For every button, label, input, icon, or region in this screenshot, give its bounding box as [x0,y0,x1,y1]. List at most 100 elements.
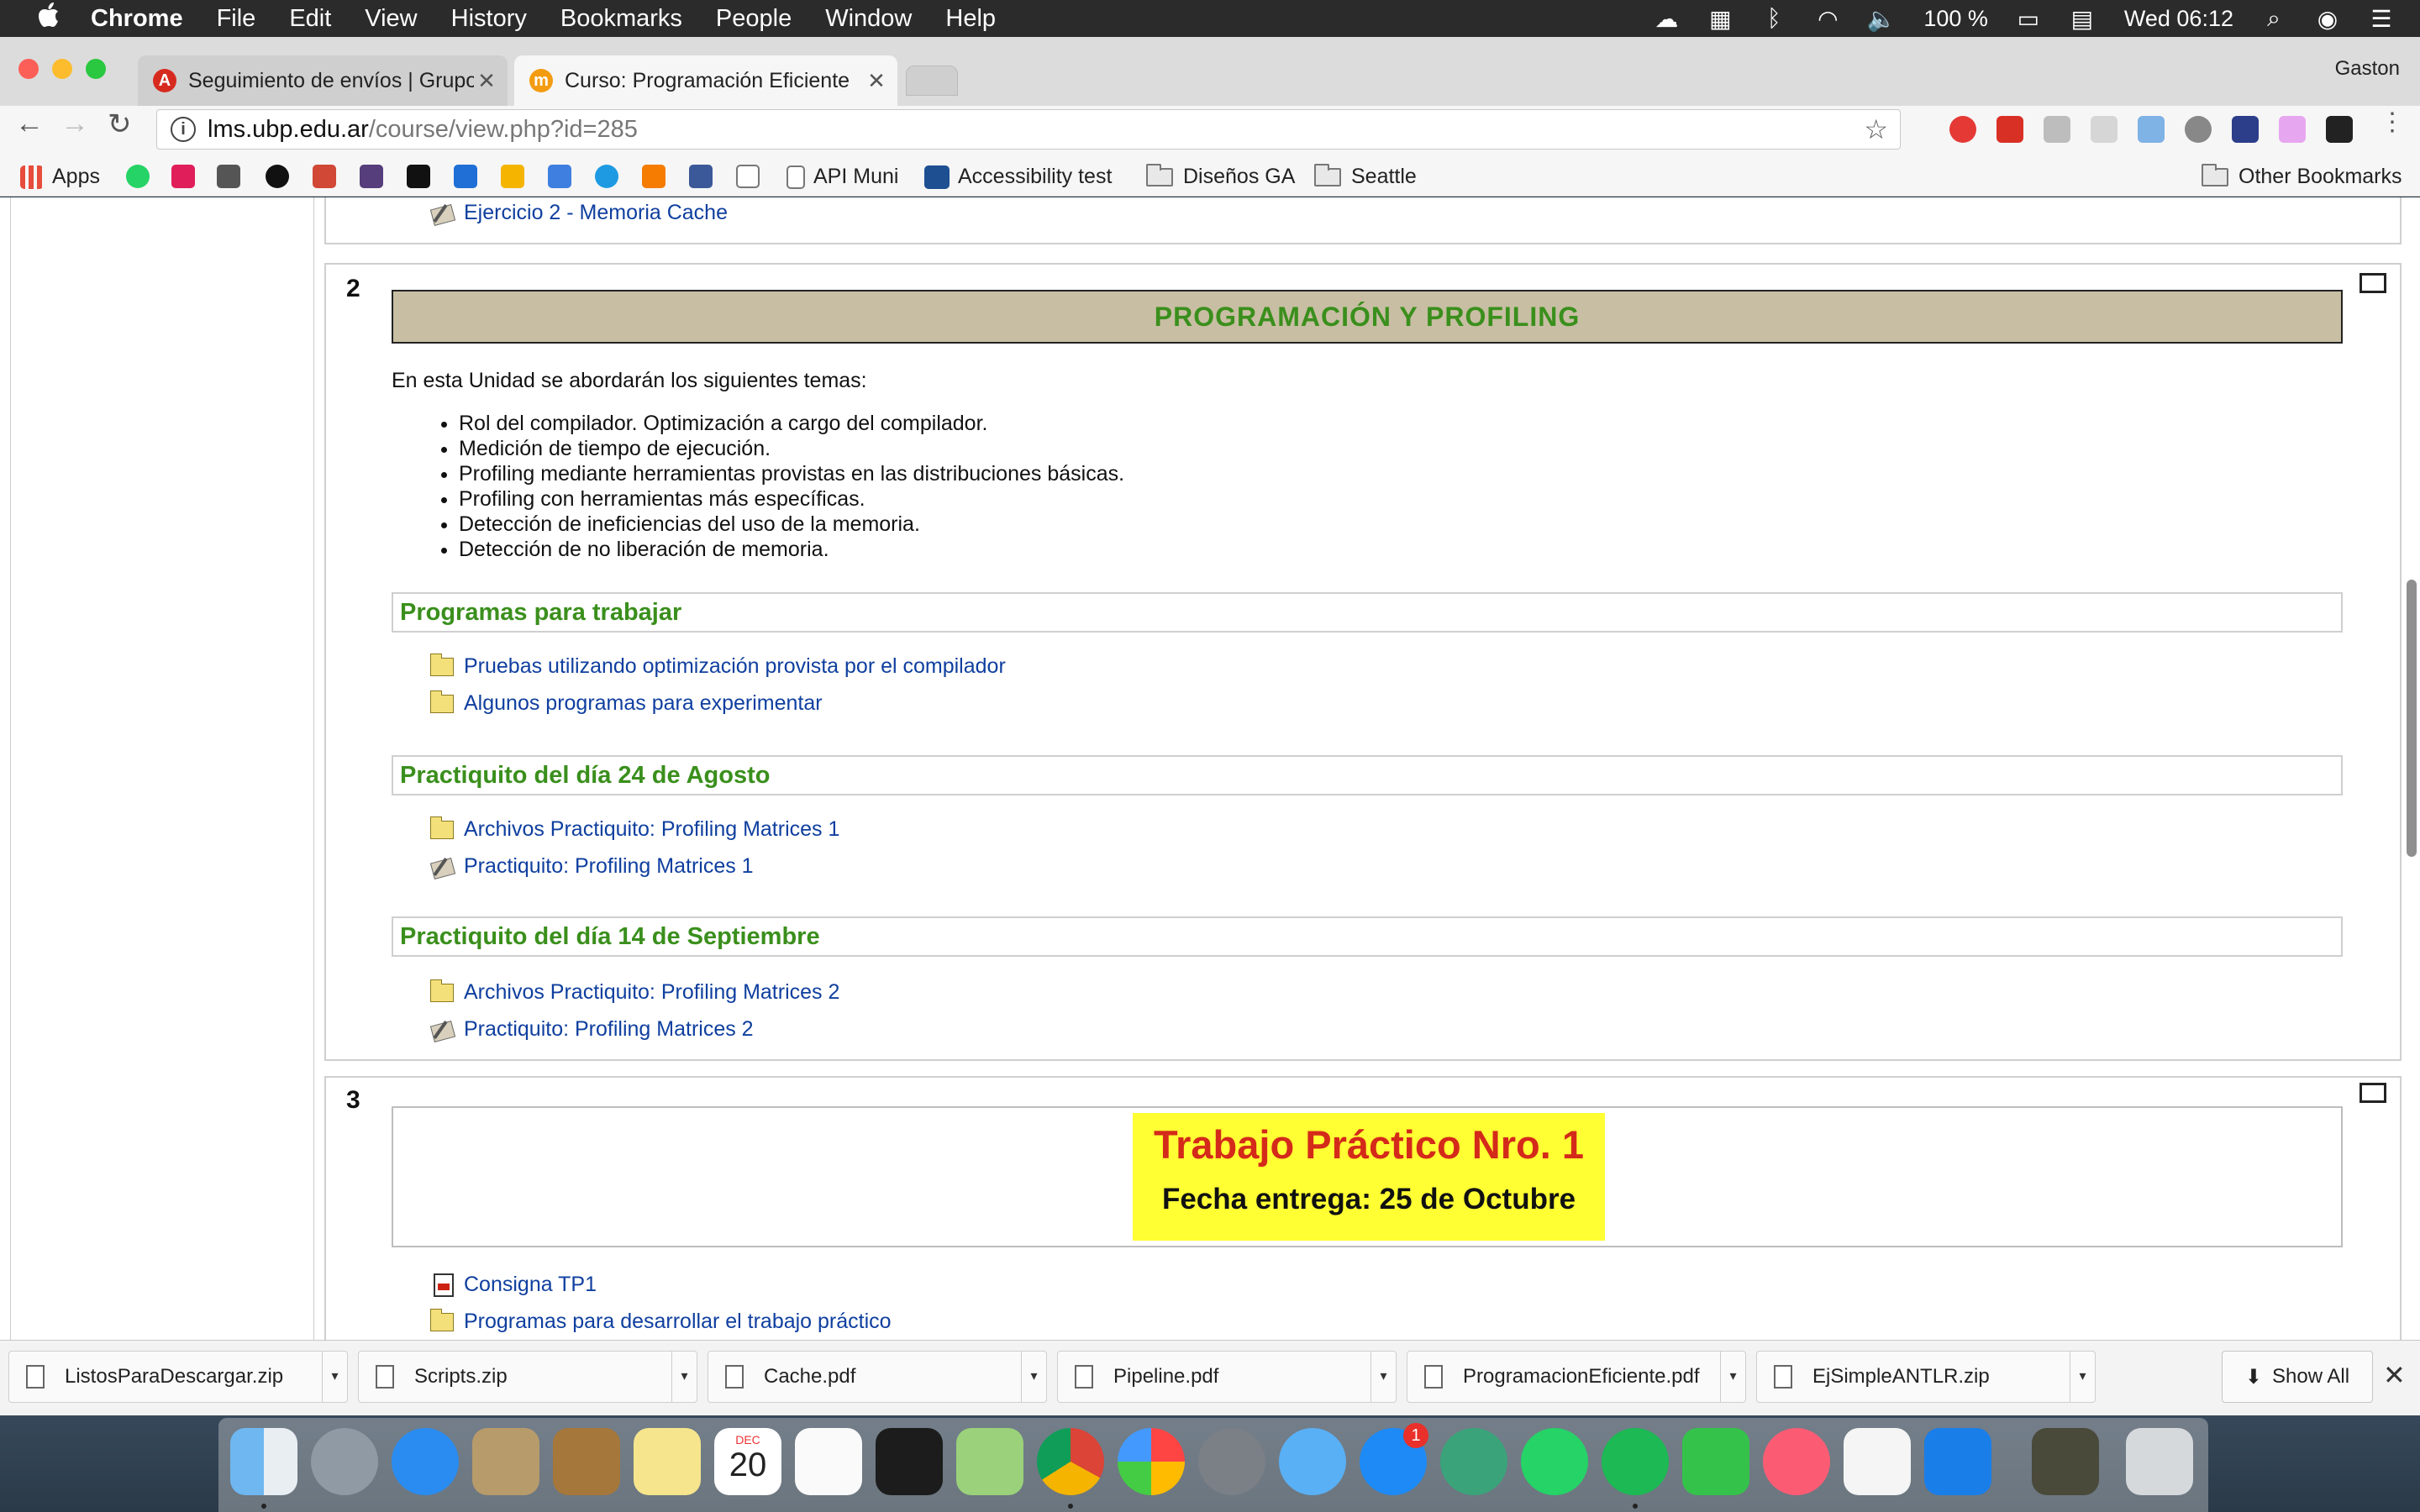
battery-icon[interactable]: ▭ [2015,6,2042,32]
frame-bookmark-icon[interactable] [407,165,430,188]
bookmark-accessibility-test[interactable]: Accessibility test [924,165,1112,189]
section-highlight-toggle[interactable] [2360,1083,2386,1103]
hexagon-bookmark-icon[interactable] [548,165,571,188]
resource-folder-link[interactable]: Archivos Practiquito: Profiling Matrices… [430,816,839,842]
download-menu-chevron-icon[interactable]: ▾ [2070,1352,2095,1402]
download-item[interactable]: EjSimpleANTLR.zip ▾ [1756,1351,2096,1403]
assignment-link[interactable]: Practiquito: Profiling Matrices 2 [430,1017,754,1042]
atom-dock-icon[interactable] [1440,1428,1507,1495]
facebook-bookmark-icon[interactable] [689,165,713,188]
menu-edit[interactable]: Edit [289,5,331,33]
download-item[interactable]: Scripts.zip ▾ [358,1351,697,1403]
notes-dock-icon[interactable] [634,1428,701,1495]
close-tab-icon[interactable]: ✕ [474,68,499,94]
launchpad-dock-icon[interactable] [311,1428,378,1495]
download-item[interactable]: Pipeline.pdf ▾ [1057,1351,1397,1403]
close-window-button[interactable] [18,59,39,79]
menu-bookmarks[interactable]: Bookmarks [560,5,682,33]
bookmark-folder-disenos-ga[interactable]: Diseños GA [1146,163,1295,189]
safari-dock-icon[interactable] [392,1428,459,1495]
download-menu-chevron-icon[interactable]: ▾ [1021,1352,1046,1402]
address-bar[interactable]: i lms.ubp.edu.ar /course/view.php?id=285… [156,109,1901,150]
download-menu-chevron-icon[interactable]: ▾ [1720,1352,1745,1402]
bookmark-star-icon[interactable]: ☆ [1864,113,1888,145]
chrome-dock-icon[interactable] [1037,1428,1104,1495]
page-bookmark-icon[interactable] [736,165,760,188]
window-manager-icon[interactable]: ▦ [1707,6,1733,32]
menu-file[interactable]: File [217,5,256,33]
menu-help[interactable]: Help [945,5,996,33]
reader-extension-icon[interactable] [2326,116,2353,143]
menu-people[interactable]: People [716,5,792,33]
show-all-downloads-button[interactable]: ⬇ Show All [2222,1351,2373,1403]
download-item[interactable]: Cache.pdf ▾ [708,1351,1047,1403]
spotlight-search-icon[interactable]: ⌕ [2260,5,2287,31]
bookmark-api-muni[interactable]: API Muni [786,165,898,189]
tab-curso[interactable]: m Curso: Programación Eficiente ✕ [514,55,897,106]
terminal-dock-icon[interactable] [876,1428,943,1495]
site-info-icon[interactable]: i [171,117,196,142]
apple-menu-icon[interactable] [30,3,67,34]
minimize-window-button[interactable] [52,59,72,79]
xcode-dock-icon[interactable] [1924,1428,1991,1495]
maps-dock-icon[interactable] [956,1428,1023,1495]
reload-icon[interactable]: ↻ [108,108,132,141]
menu-view[interactable]: View [365,5,417,33]
system-preferences-dock-icon[interactable] [1198,1428,1265,1495]
download-menu-chevron-icon[interactable]: ▾ [1370,1352,1396,1402]
cors-extension-icon[interactable] [1996,116,2023,143]
back-icon[interactable]: ← [15,108,44,140]
bookmark-folder-seattle[interactable]: Seattle [1314,163,1417,189]
opera-vpn-extension-icon[interactable] [1949,116,1976,143]
calendar-dock-icon[interactable]: DEC 20 [714,1428,781,1495]
maximize-window-button[interactable] [86,59,106,79]
trello-extension-icon[interactable] [2091,116,2118,143]
facetime-dock-icon[interactable] [1682,1428,1749,1495]
resource-folder-link[interactable]: Archivos Practiquito: Profiling Matrices… [430,979,839,1005]
download-menu-chevron-icon[interactable]: ▾ [671,1352,697,1402]
section-highlight-toggle[interactable] [2360,273,2386,293]
messages-dock-icon[interactable] [1279,1428,1346,1495]
itunes-dock-icon[interactable] [1763,1428,1830,1495]
trash-dock-icon[interactable] [2126,1428,2193,1495]
menu-app-name[interactable]: Chrome [91,5,183,33]
siri-icon[interactable]: ◉ [2314,6,2341,32]
close-tab-icon[interactable]: ✕ [864,68,889,94]
desktop-stack-dock-icon[interactable] [2032,1428,2099,1495]
sublime-dock-icon[interactable] [1844,1428,1911,1495]
forward-icon[interactable]: → [60,108,89,140]
notes-extension-icon[interactable] [2279,116,2306,143]
volume-icon[interactable]: 🔈 [1867,6,1897,32]
finder-dock-icon[interactable] [230,1428,297,1495]
gmail-bookmark-icon[interactable] [313,165,336,188]
film-extension-icon[interactable] [2185,116,2212,143]
activity-link[interactable]: Ejercicio 2 - Memoria Cache [430,201,728,225]
bookmark-other-bookmarks[interactable]: Other Bookmarks [2202,163,2402,189]
menu-clock[interactable]: Wed 06:12 [2124,6,2233,32]
page-scrollbar-thumb[interactable] [2407,580,2417,857]
paw-bookmark-icon[interactable] [642,165,666,188]
mail-stamp-dock-icon[interactable] [472,1428,539,1495]
flow-extension-icon[interactable] [2044,116,2070,143]
calendar-menu-icon[interactable]: ▤ [2069,6,2096,32]
assignment-link[interactable]: Practiquito: Profiling Matrices 1 [430,854,754,879]
contacts-dock-icon[interactable] [553,1428,620,1495]
diamond-bookmark-icon[interactable] [217,165,240,188]
resource-folder-link[interactable]: Pruebas utilizando optimización provista… [430,653,1006,679]
new-tab-button[interactable] [906,66,958,96]
tab-seguimiento[interactable]: A Seguimiento de envíos | Grupo ✕ [138,55,508,106]
bookmark-apps[interactable]: Apps [20,165,100,189]
wifi-icon[interactable]: ◠ [1814,6,1841,32]
menu-window[interactable]: Window [825,5,912,33]
close-shelf-icon[interactable]: ✕ [2383,1359,2406,1391]
github-bookmark-icon[interactable] [266,165,289,188]
download-item[interactable]: ListosParaDescargar.zip ▾ [8,1351,348,1403]
bluetooth-icon[interactable]: ᛒ [1760,5,1787,31]
rainbow-extension-icon[interactable] [2138,116,2165,143]
chrome-menu-icon[interactable]: ⋮ [2380,108,2405,137]
photos-dock-icon[interactable] [1118,1428,1185,1495]
download-item[interactable]: ProgramacionEficiente.pdf ▾ [1407,1351,1746,1403]
profile-name[interactable]: Gaston [2335,57,2400,81]
notification-center-icon[interactable]: ☰ [2368,6,2395,32]
download-menu-chevron-icon[interactable]: ▾ [322,1352,347,1402]
